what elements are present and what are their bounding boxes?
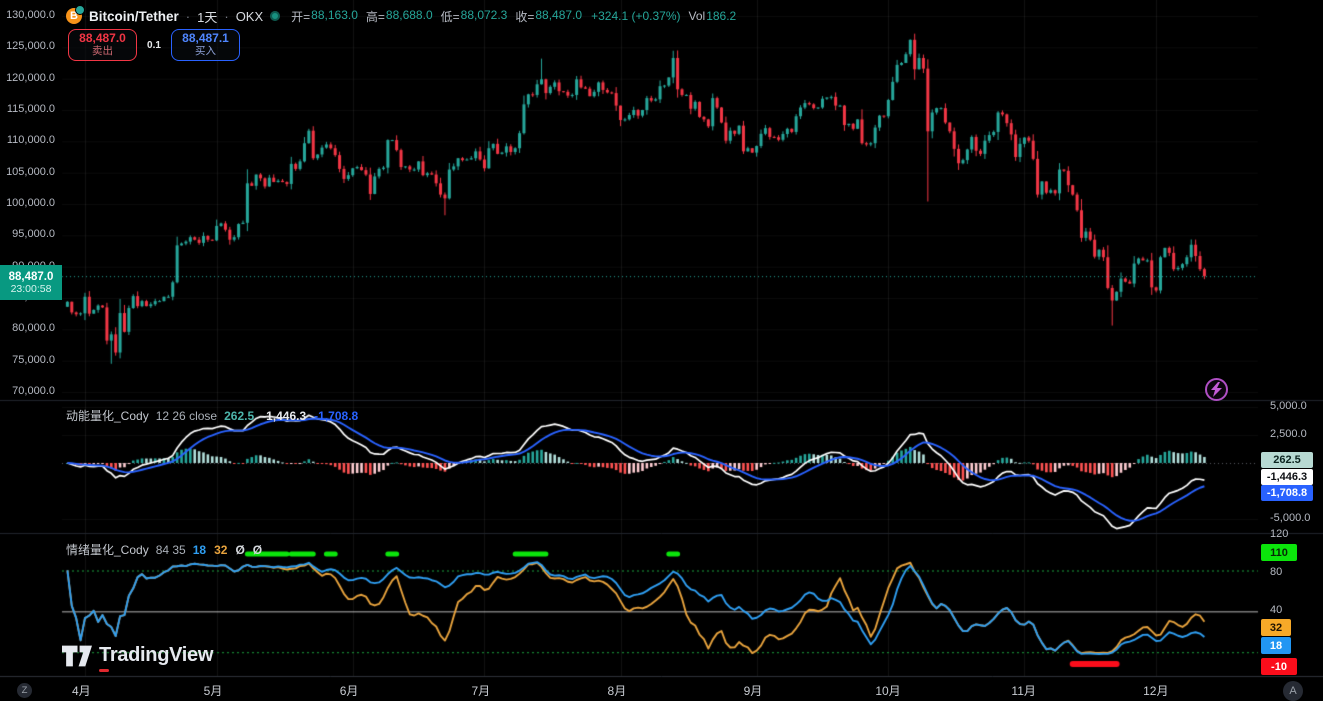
- price-tick: 95,000.0: [12, 228, 55, 240]
- price-tick: 125,000.0: [6, 40, 55, 52]
- buy-button[interactable]: 88,487.1 买入: [171, 29, 240, 61]
- bitcoin-icon: B: [66, 8, 82, 24]
- legend-separator: ·: [224, 9, 228, 24]
- quote-label: Vol: [689, 9, 706, 23]
- panel2-axis[interactable]: 5,000.0 2,500.0 -5,000.0 262.5-1,446.3-1,70…: [1258, 0, 1323, 533]
- quote-value: 88,072.3: [461, 8, 508, 25]
- buy-price: 88,487.1: [182, 32, 229, 45]
- lightning-icon: [1210, 382, 1223, 397]
- indicator-value: 18: [193, 543, 206, 557]
- price-tick: 105,000.0: [6, 166, 55, 178]
- quote-label: 开=: [291, 8, 310, 25]
- indicator-value: -1,446.3: [262, 409, 306, 423]
- panel3-tick: 120: [1270, 528, 1288, 540]
- panel3-values: 18 32 ØØ: [193, 543, 262, 557]
- market-status-icon: [270, 11, 280, 21]
- tradingview-logo[interactable]: TradingView: [62, 644, 213, 667]
- time-axis-month: 10月: [875, 682, 900, 699]
- interval-value[interactable]: 1天: [197, 7, 217, 26]
- quote-label: 收=: [515, 8, 534, 25]
- bar-countdown: 23:00:58: [11, 283, 52, 295]
- indicator-value: Ø: [235, 543, 244, 557]
- price-tick: 100,000.0: [6, 197, 55, 209]
- quote-value: 88,487.0: [535, 8, 582, 25]
- panel2-title[interactable]: 动能量化_Cody: [66, 407, 149, 424]
- quote-value: 88,688.0: [386, 8, 433, 25]
- tether-badge-icon: [75, 5, 85, 15]
- quote-value: 88,163.0: [311, 8, 358, 25]
- quote-value: +324.1 (+0.37%): [591, 9, 680, 23]
- spread-value: 0.1: [143, 40, 165, 51]
- panel3-axis[interactable]: 120804001103218-10: [1258, 533, 1323, 677]
- indicator-value: Ø: [253, 543, 262, 557]
- sell-price: 88,487.0: [79, 32, 126, 45]
- panel3-params: 84 35: [156, 543, 186, 557]
- ohlc-values: 开=88,163.0 高=88,688.0 低=88,072.3 收=88,487.0…: [291, 8, 736, 25]
- legend-separator: ·: [186, 9, 190, 24]
- price-axis[interactable]: 130,000.0 125,000.0 120,000.0 115,000.0 110,…: [0, 0, 62, 677]
- current-price: 88,487.0: [9, 271, 54, 283]
- time-axis-month: 6月: [340, 682, 359, 699]
- logo-red-underline: [99, 669, 109, 672]
- panel3-tick: 40: [1270, 604, 1282, 616]
- indicator-scale-label: 262.5: [1261, 452, 1313, 468]
- time-axis-month: 11月: [1011, 682, 1035, 699]
- panel2-tick: -5,000.0: [1270, 512, 1310, 524]
- indicator-scale-label: 18: [1261, 637, 1291, 654]
- indicator-value: 32: [214, 543, 227, 557]
- indicator-scale-label: -1,446.3: [1261, 469, 1313, 485]
- time-axis-month: 7月: [471, 682, 490, 699]
- indicator-value: 262.5: [224, 409, 254, 423]
- exchange-name: OKX: [236, 9, 263, 24]
- price-tick: 75,000.0: [12, 354, 55, 366]
- timezone-button[interactable]: Z: [17, 683, 32, 698]
- quote-label: 高=: [366, 8, 385, 25]
- tradingview-wordmark: TradingView: [99, 644, 213, 667]
- time-axis-month: 9月: [744, 682, 763, 699]
- time-axis-month: 12月: [1143, 682, 1168, 699]
- auto-scale-button[interactable]: A: [1283, 681, 1303, 701]
- time-axis[interactable]: Z A 4月 5月 6月 7月 8月 9月 10月 11月 12月: [0, 677, 1323, 701]
- panel3-tick: 80: [1270, 566, 1282, 578]
- indicator-scale-label: 110: [1261, 544, 1297, 561]
- current-price-label: 88,487.0 23:00:58: [0, 265, 62, 300]
- price-tick: 115,000.0: [7, 103, 55, 115]
- indicator-value: -1,708.8: [314, 409, 358, 423]
- trade-buttons: 88,487.0 卖出 0.1 88,487.1 买入: [68, 29, 240, 61]
- panel2-legend[interactable]: 动能量化_Cody 12 26 close 262.5 -1,446.3 -1,70…: [66, 407, 358, 424]
- tradingview-mark-icon: [62, 645, 92, 667]
- quote-value: 186.2: [706, 9, 736, 23]
- price-tick: 120,000.0: [6, 72, 55, 84]
- panel2-tick: 5,000.0: [1270, 400, 1307, 412]
- time-axis-month: 8月: [608, 682, 627, 699]
- lightning-trade-button[interactable]: [1205, 378, 1228, 401]
- sell-label: 卖出: [92, 45, 113, 58]
- chart-canvas[interactable]: [0, 0, 1323, 701]
- symbol-legend[interactable]: B Bitcoin/Tether · 1天 · OKX 开=88,163.0 高=…: [66, 7, 736, 25]
- indicator-scale-label: -1,708.8: [1261, 485, 1313, 501]
- panel2-tick: 2,500.0: [1270, 428, 1307, 440]
- sell-button[interactable]: 88,487.0 卖出: [68, 29, 137, 61]
- quote-label: 低=: [441, 8, 460, 25]
- panel2-params: 12 26 close: [156, 409, 217, 423]
- time-axis-month: 4月: [72, 682, 91, 699]
- time-axis-month: 5月: [204, 682, 223, 699]
- symbol-name[interactable]: Bitcoin/Tether: [89, 9, 179, 24]
- indicator-scale-label: -10: [1261, 658, 1297, 675]
- indicator-scale-label: 32: [1261, 619, 1291, 636]
- buy-label: 买入: [195, 45, 216, 58]
- price-tick: 110,000.0: [7, 134, 55, 146]
- price-tick: 70,000.0: [12, 385, 55, 397]
- price-tick: 80,000.0: [12, 322, 55, 334]
- price-tick: 130,000.0: [6, 9, 55, 21]
- panel3-title[interactable]: 情绪量化_Cody: [66, 541, 149, 558]
- panel2-values: 262.5 -1,446.3 -1,708.8: [224, 409, 358, 423]
- tradingview-chart-window: B Bitcoin/Tether · 1天 · OKX 开=88,163.0 高=…: [0, 0, 1323, 701]
- panel3-legend[interactable]: 情绪量化_Cody 84 35 18 32 ØØ: [66, 541, 262, 558]
